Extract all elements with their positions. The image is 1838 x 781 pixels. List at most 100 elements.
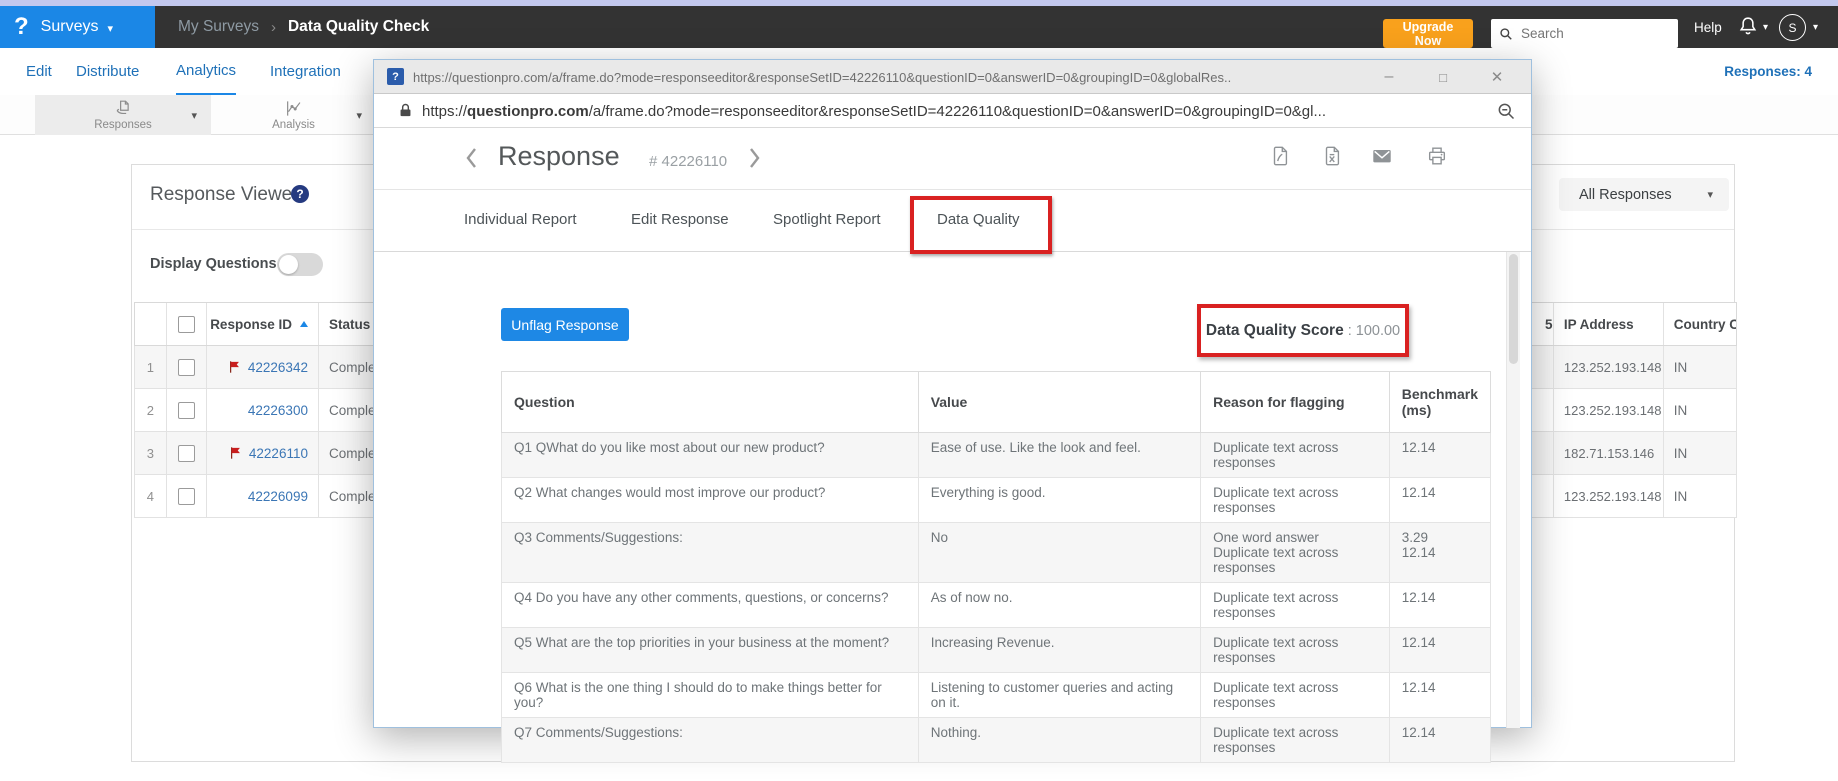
modal-titlebar[interactable]: ? https://questionpro.com/a/frame.do?mod… xyxy=(374,60,1531,94)
value-cell: Listening to customer queries and acting… xyxy=(918,673,1200,718)
questionpro-favicon: ? xyxy=(387,68,404,85)
response-id-link[interactable]: 42226110 xyxy=(249,446,308,461)
responses-icon xyxy=(112,99,134,118)
reason-cell: Duplicate text across responses xyxy=(1201,433,1390,478)
question-cell: Q1 QWhat do you like most about our new … xyxy=(502,433,919,478)
print-icon[interactable] xyxy=(1426,145,1448,167)
previous-response-chevron[interactable] xyxy=(461,144,483,172)
reason-cell: Duplicate text across responses xyxy=(1201,478,1390,523)
quality-row: Q5 What are the top priorities in your b… xyxy=(502,628,1491,673)
row-checkbox[interactable] xyxy=(178,445,195,462)
responses-count-link[interactable]: Responses: 4 xyxy=(1724,48,1812,95)
notifications-bell-icon[interactable] xyxy=(1737,15,1759,39)
response-id-link[interactable]: 42226300 xyxy=(248,403,308,418)
quality-row: Q7 Comments/Suggestions:Nothing.Duplicat… xyxy=(502,718,1491,763)
checkbox-cell xyxy=(167,346,207,388)
row-checkbox[interactable] xyxy=(178,488,195,505)
question-cell: Q6 What is the one thing I should do to … xyxy=(502,673,919,718)
chevron-down-icon: ▾ xyxy=(107,22,113,35)
tab-edit-response[interactable]: Edit Response xyxy=(631,211,729,228)
benchmark-line: 12.14 xyxy=(1402,635,1478,650)
response-id-link[interactable]: 42226099 xyxy=(248,489,308,504)
row-number-header xyxy=(135,303,167,345)
upgrade-now-button[interactable]: Upgrade Now xyxy=(1383,19,1473,48)
row-checkbox[interactable] xyxy=(178,359,195,376)
tab-distribute[interactable]: Distribute xyxy=(76,48,139,95)
display-questions-toggle[interactable] xyxy=(277,253,323,276)
divider xyxy=(374,251,1531,252)
benchmark-header: Benchmark (ms) xyxy=(1389,372,1490,433)
close-button[interactable]: ✕ xyxy=(1484,60,1510,94)
toolbar-item-analysis[interactable]: Analysis ▾ xyxy=(211,95,376,135)
quality-table: Question Value Reason for flagging Bench… xyxy=(501,371,1491,763)
response-table-right-body: 123.252.193.148IN123.252.193.148IN182.71… xyxy=(1510,346,1737,518)
search-input[interactable] xyxy=(1519,25,1669,42)
tab-edit[interactable]: Edit xyxy=(26,48,52,95)
page-title: Response Viewer xyxy=(150,184,299,206)
row-number: 3 xyxy=(135,432,167,474)
toggle-knob xyxy=(279,255,298,274)
tab-data-quality[interactable]: Data Quality xyxy=(937,211,1020,228)
breadcrumb-separator: › xyxy=(271,19,276,36)
reason-line: Duplicate text across responses xyxy=(1213,545,1377,575)
value-header: Value xyxy=(918,372,1200,433)
benchmark-cell: 12.14 xyxy=(1389,673,1490,718)
ip-address-header: IP Address xyxy=(1554,303,1664,345)
response-id-header-label: Response ID xyxy=(210,317,292,332)
value-cell: As of now no. xyxy=(918,583,1200,628)
help-link[interactable]: Help xyxy=(1694,6,1722,48)
responses-filter-dropdown[interactable]: All Responses ▾ xyxy=(1559,178,1729,211)
toolbar-item-label: Analysis xyxy=(272,119,315,131)
ip-address-cell: 123.252.193.148 xyxy=(1554,475,1664,517)
global-search[interactable] xyxy=(1491,19,1678,48)
benchmark-line: 12.14 xyxy=(1402,680,1478,695)
modal-tabs: Individual Report Edit Response Spotligh… xyxy=(374,190,1531,251)
chevron-down-icon[interactable]: ▾ xyxy=(191,109,197,122)
row-number: 2 xyxy=(135,389,167,431)
tab-analytics[interactable]: Analytics xyxy=(176,48,236,95)
tab-integration[interactable]: Integration xyxy=(270,48,341,95)
ip-address-cell: 123.252.193.148 xyxy=(1554,346,1664,388)
quality-row: Q2 What changes would most improve our p… xyxy=(502,478,1491,523)
maximize-button[interactable]: □ xyxy=(1430,60,1456,94)
quality-table-body: Q1 QWhat do you like most about our new … xyxy=(502,433,1491,763)
avatar-initial: S xyxy=(1788,21,1796,35)
response-id-link[interactable]: 42226342 xyxy=(248,360,308,375)
select-all-checkbox[interactable] xyxy=(178,316,195,333)
response-id-header[interactable]: Response ID xyxy=(207,303,319,345)
responses-table-header-right: 5 IP Address Country Co xyxy=(1510,302,1737,346)
email-icon[interactable] xyxy=(1371,145,1393,167)
benchmark-cell: 3.2912.14 xyxy=(1389,523,1490,583)
select-all-cell xyxy=(167,303,207,345)
notifications-caret-icon[interactable]: ▾ xyxy=(1763,6,1768,48)
flag-icon xyxy=(229,446,243,460)
minimize-button[interactable]: – xyxy=(1376,60,1402,94)
modal-address-bar[interactable]: https://questionpro.com/a/frame.do?mode=… xyxy=(374,94,1531,128)
next-response-chevron[interactable] xyxy=(743,144,765,172)
reason-line: Duplicate text across responses xyxy=(1213,725,1377,755)
toolbar-item-responses[interactable]: Responses ▾ xyxy=(35,95,211,135)
row-checkbox[interactable] xyxy=(178,402,195,419)
scrollbar-thumb[interactable] xyxy=(1509,254,1518,364)
benchmark-line: 3.29 xyxy=(1402,530,1478,545)
tab-spotlight-report[interactable]: Spotlight Report xyxy=(773,211,881,228)
product-switcher[interactable]: ? Surveys ▾ xyxy=(0,6,155,48)
search-icon xyxy=(1499,27,1513,41)
breadcrumb-my-surveys[interactable]: My Surveys xyxy=(178,18,259,36)
modal-title-url: https://questionpro.com/a/frame.do?mode=… xyxy=(413,60,1363,94)
table-row: 123.252.193.148IN xyxy=(1510,346,1737,389)
chevron-down-icon[interactable]: ▾ xyxy=(356,109,362,122)
benchmark-cell: 12.14 xyxy=(1389,433,1490,478)
export-pdf-icon[interactable] xyxy=(1269,145,1291,167)
response-id-cell: 42226099 xyxy=(207,475,319,517)
analysis-icon xyxy=(283,99,305,118)
benchmark-cell: 12.14 xyxy=(1389,628,1490,673)
avatar[interactable]: S xyxy=(1779,14,1806,41)
export-excel-icon[interactable] xyxy=(1321,145,1343,167)
tab-individual-report[interactable]: Individual Report xyxy=(464,211,577,228)
help-icon[interactable]: ? xyxy=(291,185,309,203)
modal-scrollbar[interactable] xyxy=(1506,252,1520,728)
zoom-out-icon[interactable] xyxy=(1496,101,1516,121)
account-caret-icon[interactable]: ▾ xyxy=(1813,6,1818,48)
unflag-response-button[interactable]: Unflag Response xyxy=(501,308,629,341)
